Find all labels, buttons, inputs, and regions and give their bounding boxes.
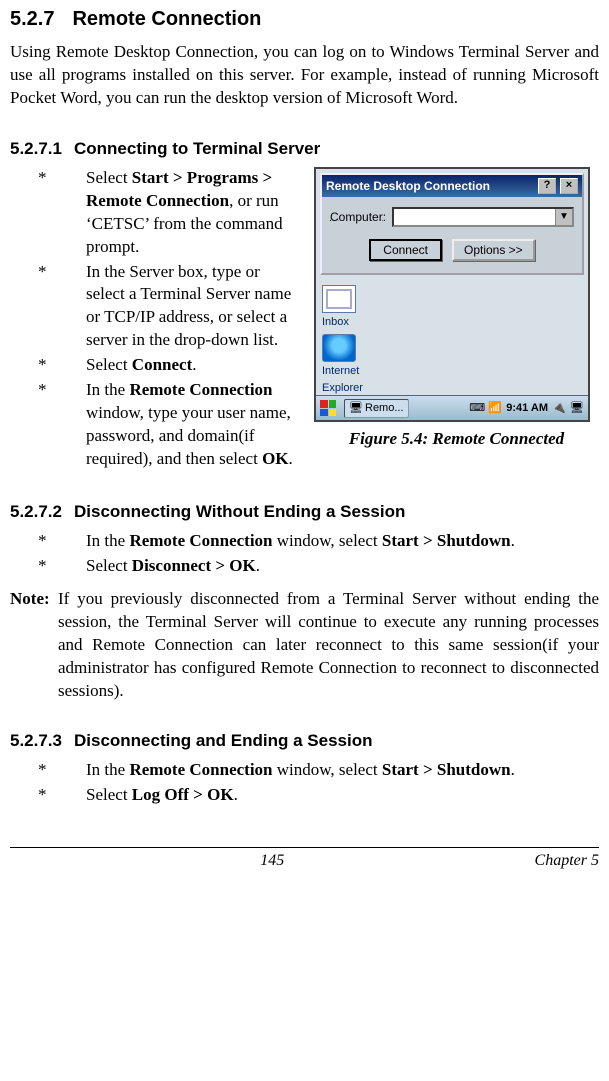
tray-icon[interactable]: 🖥 bbox=[570, 401, 584, 415]
note-body: If you previously disconnected from a Te… bbox=[58, 588, 599, 703]
figure-caption: Figure 5.4: Remote Connected bbox=[314, 428, 599, 451]
page-number: 145 bbox=[10, 850, 535, 872]
options-button[interactable]: Options >> bbox=[452, 239, 535, 261]
window-title-text: Remote Desktop Connection bbox=[326, 178, 534, 194]
icon-label: Inbox bbox=[322, 315, 349, 330]
chapter-label: Chapter 5 bbox=[535, 850, 599, 872]
list-item: * In the Remote Connection window, selec… bbox=[10, 759, 599, 782]
list-item: * Select Connect. bbox=[10, 354, 300, 377]
inbox-desktop-icon[interactable]: Inbox bbox=[322, 285, 582, 330]
list-item: * Select Log Off > OK. bbox=[10, 784, 599, 807]
intro-paragraph: Using Remote Desktop Connection, you can… bbox=[10, 41, 599, 110]
list-item: * Select Start > Programs > Remote Conne… bbox=[10, 167, 300, 259]
step-text: Select Connect. bbox=[86, 354, 300, 377]
icon-label: Explorer bbox=[322, 381, 363, 396]
steps-1-list: * Select Start > Programs > Remote Conne… bbox=[10, 167, 300, 471]
list-item: * In the Remote Connection window, type … bbox=[10, 379, 300, 471]
computer-label: Computer: bbox=[330, 209, 386, 225]
bullet: * bbox=[10, 167, 86, 259]
clock: 9:41 AM bbox=[506, 401, 548, 416]
steps-2-list: * In the Remote Connection window, selec… bbox=[10, 530, 599, 578]
page-footer: 145 Chapter 5 bbox=[10, 847, 599, 872]
bullet: * bbox=[10, 354, 86, 377]
bullet: * bbox=[10, 759, 86, 782]
start-button[interactable] bbox=[316, 400, 340, 416]
desktop-area: Inbox Internet Explorer bbox=[316, 279, 588, 396]
bullet: * bbox=[10, 530, 86, 553]
list-item: * Select Disconnect > OK. bbox=[10, 555, 599, 578]
chevron-down-icon[interactable]: ▼ bbox=[555, 209, 572, 225]
section-title-text: Remote Connection bbox=[72, 8, 261, 30]
inbox-icon bbox=[322, 285, 356, 313]
internet-explorer-icon bbox=[322, 334, 356, 362]
keyboard-tray-icon[interactable]: ⌨ bbox=[470, 401, 484, 415]
bullet: * bbox=[10, 261, 86, 353]
subsection-1-heading: 5.2.7.1 Connecting to Terminal Server bbox=[10, 138, 599, 161]
taskbar-item-label: Remo... bbox=[365, 401, 404, 416]
bullet: * bbox=[10, 379, 86, 471]
help-button[interactable]: ? bbox=[538, 178, 556, 194]
system-tray: ⌨ 📶 9:41 AM 🔌 🖥 bbox=[466, 401, 588, 416]
subsection-2-heading: 5.2.7.2 Disconnecting Without Ending a Se… bbox=[10, 501, 599, 524]
subsection-3-number: 5.2.7.3 bbox=[10, 731, 62, 750]
bullet: * bbox=[10, 555, 86, 578]
step-text: In the Server box, type or select a Term… bbox=[86, 261, 300, 353]
step-text: Select Log Off > OK. bbox=[86, 784, 599, 807]
step-text: In the Remote Connection window, select … bbox=[86, 530, 599, 553]
signal-tray-icon[interactable]: 📶 bbox=[488, 401, 502, 415]
figure-screenshot: Remote Desktop Connection ? × Computer: … bbox=[314, 167, 599, 452]
subsection-2-number: 5.2.7.2 bbox=[10, 502, 62, 521]
windows-logo-icon bbox=[320, 400, 336, 416]
subsection-2-title: Disconnecting Without Ending a Session bbox=[74, 502, 405, 521]
remote-desktop-window: Remote Desktop Connection ? × Computer: … bbox=[320, 173, 584, 275]
connect-button[interactable]: Connect bbox=[369, 239, 442, 261]
section-number: 5.2.7 bbox=[10, 8, 54, 30]
close-button[interactable]: × bbox=[560, 178, 578, 194]
icon-label: Internet bbox=[322, 364, 359, 379]
list-item: * In the Server box, type or select a Te… bbox=[10, 261, 300, 353]
subsection-3-heading: 5.2.7.3 Disconnecting and Ending a Sessio… bbox=[10, 730, 599, 753]
app-icon: 🖥 bbox=[349, 401, 363, 415]
computer-combobox[interactable]: ▼ bbox=[392, 207, 574, 227]
note: Note: If you previously disconnected fro… bbox=[10, 588, 599, 703]
list-item: * In the Remote Connection window, selec… bbox=[10, 530, 599, 553]
taskbar-item-remote[interactable]: 🖥 Remo... bbox=[344, 399, 409, 418]
subsection-3-title: Disconnecting and Ending a Session bbox=[74, 731, 373, 750]
taskbar: 🖥 Remo... ⌨ 📶 9:41 AM 🔌 🖥 bbox=[316, 395, 588, 420]
note-label: Note: bbox=[10, 588, 58, 703]
subsection-1-number: 5.2.7.1 bbox=[10, 139, 62, 158]
step-text: In the Remote Connection window, type yo… bbox=[86, 379, 300, 471]
computer-input[interactable] bbox=[394, 209, 555, 225]
section-heading: 5.2.7 Remote Connection bbox=[10, 6, 599, 33]
window-titlebar: Remote Desktop Connection ? × bbox=[322, 175, 582, 197]
internet-explorer-desktop-icon[interactable]: Internet Explorer bbox=[322, 334, 582, 396]
step-text: In the Remote Connection window, select … bbox=[86, 759, 599, 782]
step-text: Select Start > Programs > Remote Connect… bbox=[86, 167, 300, 259]
step-text: Select Disconnect > OK. bbox=[86, 555, 599, 578]
bullet: * bbox=[10, 784, 86, 807]
tray-icon[interactable]: 🔌 bbox=[552, 401, 566, 415]
subsection-1-title: Connecting to Terminal Server bbox=[74, 139, 320, 158]
steps-3-list: * In the Remote Connection window, selec… bbox=[10, 759, 599, 807]
